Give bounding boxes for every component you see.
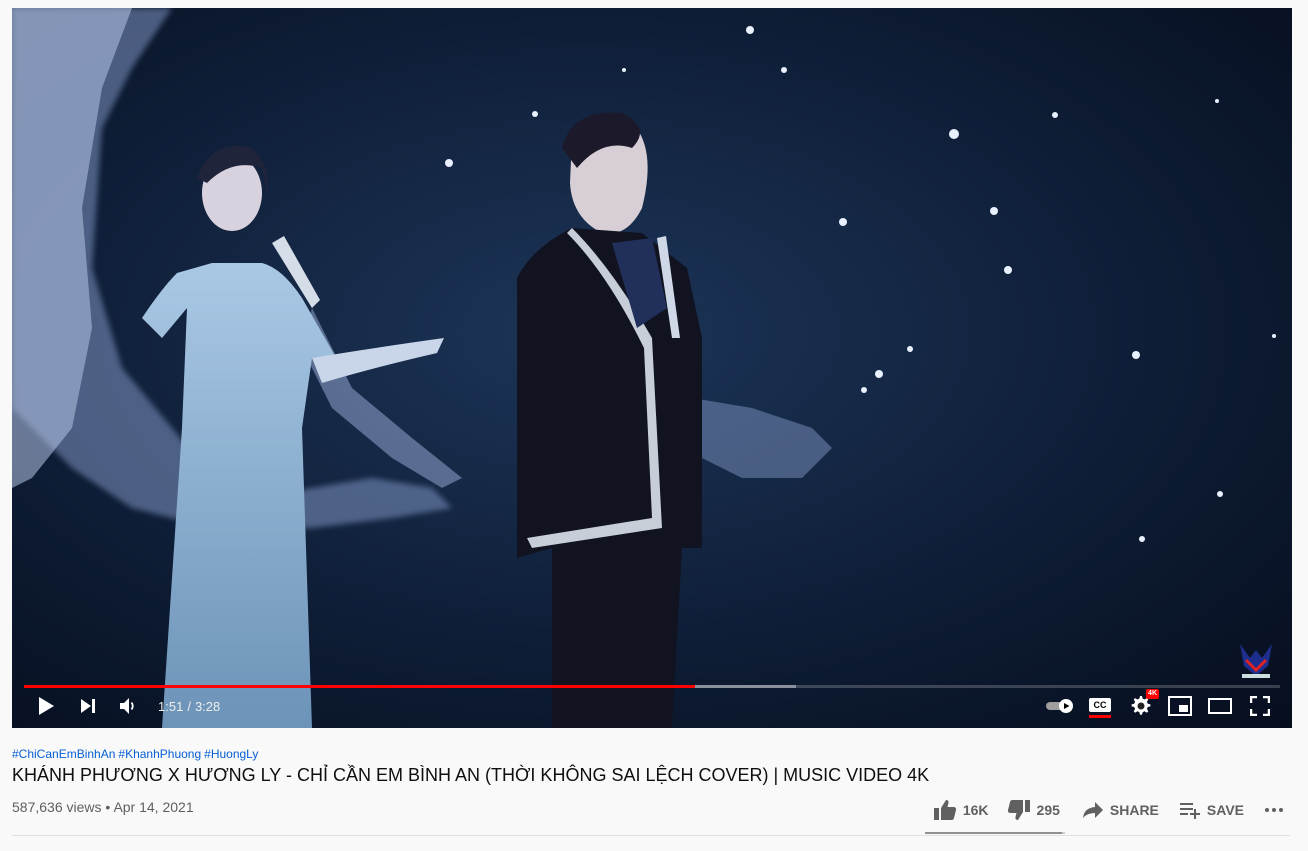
miniplayer-button[interactable] — [1160, 686, 1200, 726]
dislike-count: 295 — [1036, 802, 1060, 818]
info-divider — [12, 835, 1290, 836]
video-player[interactable]: 1:51/3:28 CC 4K — [12, 8, 1292, 728]
autoplay-toggle[interactable] — [1040, 686, 1080, 726]
theater-icon — [1208, 698, 1232, 714]
sentiment-like-fill — [925, 832, 1063, 834]
video-title: KHÁNH PHƯƠNG X HƯƠNG LY - CHỈ CẦN EM BÌN… — [12, 765, 930, 785]
mute-button[interactable] — [108, 686, 148, 726]
upload-date: Apr 14, 2021 — [113, 799, 194, 815]
settings-button[interactable]: 4K — [1120, 686, 1160, 726]
hashtags: #ChiCanEmBinhAn #KhanhPhuong #HuongLy — [12, 747, 261, 761]
play-icon — [39, 697, 54, 715]
save-button[interactable]: SAVE — [1179, 801, 1244, 819]
quality-badge: 4K — [1146, 689, 1159, 699]
subtitles-button[interactable]: CC — [1080, 686, 1120, 726]
share-label: SHARE — [1109, 802, 1159, 818]
save-icon — [1179, 803, 1200, 819]
dislike-icon — [1007, 800, 1030, 820]
like-count: 16K — [962, 802, 989, 818]
theater-mode-button[interactable] — [1200, 686, 1240, 726]
more-actions-button[interactable] — [1264, 807, 1290, 813]
save-label: SAVE — [1206, 802, 1244, 818]
player-controls: 1:51/3:28 CC 4K — [12, 684, 1292, 728]
share-button[interactable]: SHARE — [1082, 801, 1159, 819]
like-icon — [933, 800, 956, 820]
sentiment-bar — [925, 832, 1065, 834]
hashtag-link[interactable]: #HuongLy — [204, 747, 258, 761]
cc-icon: CC — [1089, 698, 1111, 712]
share-icon — [1082, 802, 1103, 818]
fullscreen-icon — [1250, 696, 1270, 716]
action-bar: 16K 295 SHARE SAVE — [933, 795, 1290, 825]
hashtag-link[interactable]: #ChiCanEmBinhAn — [12, 747, 115, 761]
meta-separator: • — [105, 799, 111, 815]
cc-active-indicator — [1089, 715, 1111, 718]
view-count: 587,636 views — [12, 799, 102, 815]
channel-watermark-logo — [1240, 644, 1272, 678]
video-frame[interactable] — [12, 8, 1292, 728]
hashtag-link[interactable]: #KhanhPhuong — [118, 747, 201, 761]
duration: 3:28 — [194, 698, 221, 714]
miniplayer-icon — [1168, 696, 1192, 716]
time-display: 1:51/3:28 — [158, 699, 220, 714]
current-time: 1:51 — [158, 698, 184, 714]
more-icon — [1265, 808, 1283, 812]
autoplay-toggle-icon — [1046, 699, 1073, 713]
time-separator: / — [187, 698, 191, 714]
next-button[interactable] — [68, 686, 108, 726]
dislike-button[interactable]: 295 — [1007, 799, 1060, 821]
fullscreen-button[interactable] — [1240, 686, 1280, 726]
next-icon — [81, 699, 95, 713]
video-meta: 587,636 views • Apr 14, 2021 — [12, 799, 194, 815]
volume-icon — [120, 698, 134, 714]
like-button[interactable]: 16K — [933, 799, 989, 821]
play-button[interactable] — [26, 686, 66, 726]
